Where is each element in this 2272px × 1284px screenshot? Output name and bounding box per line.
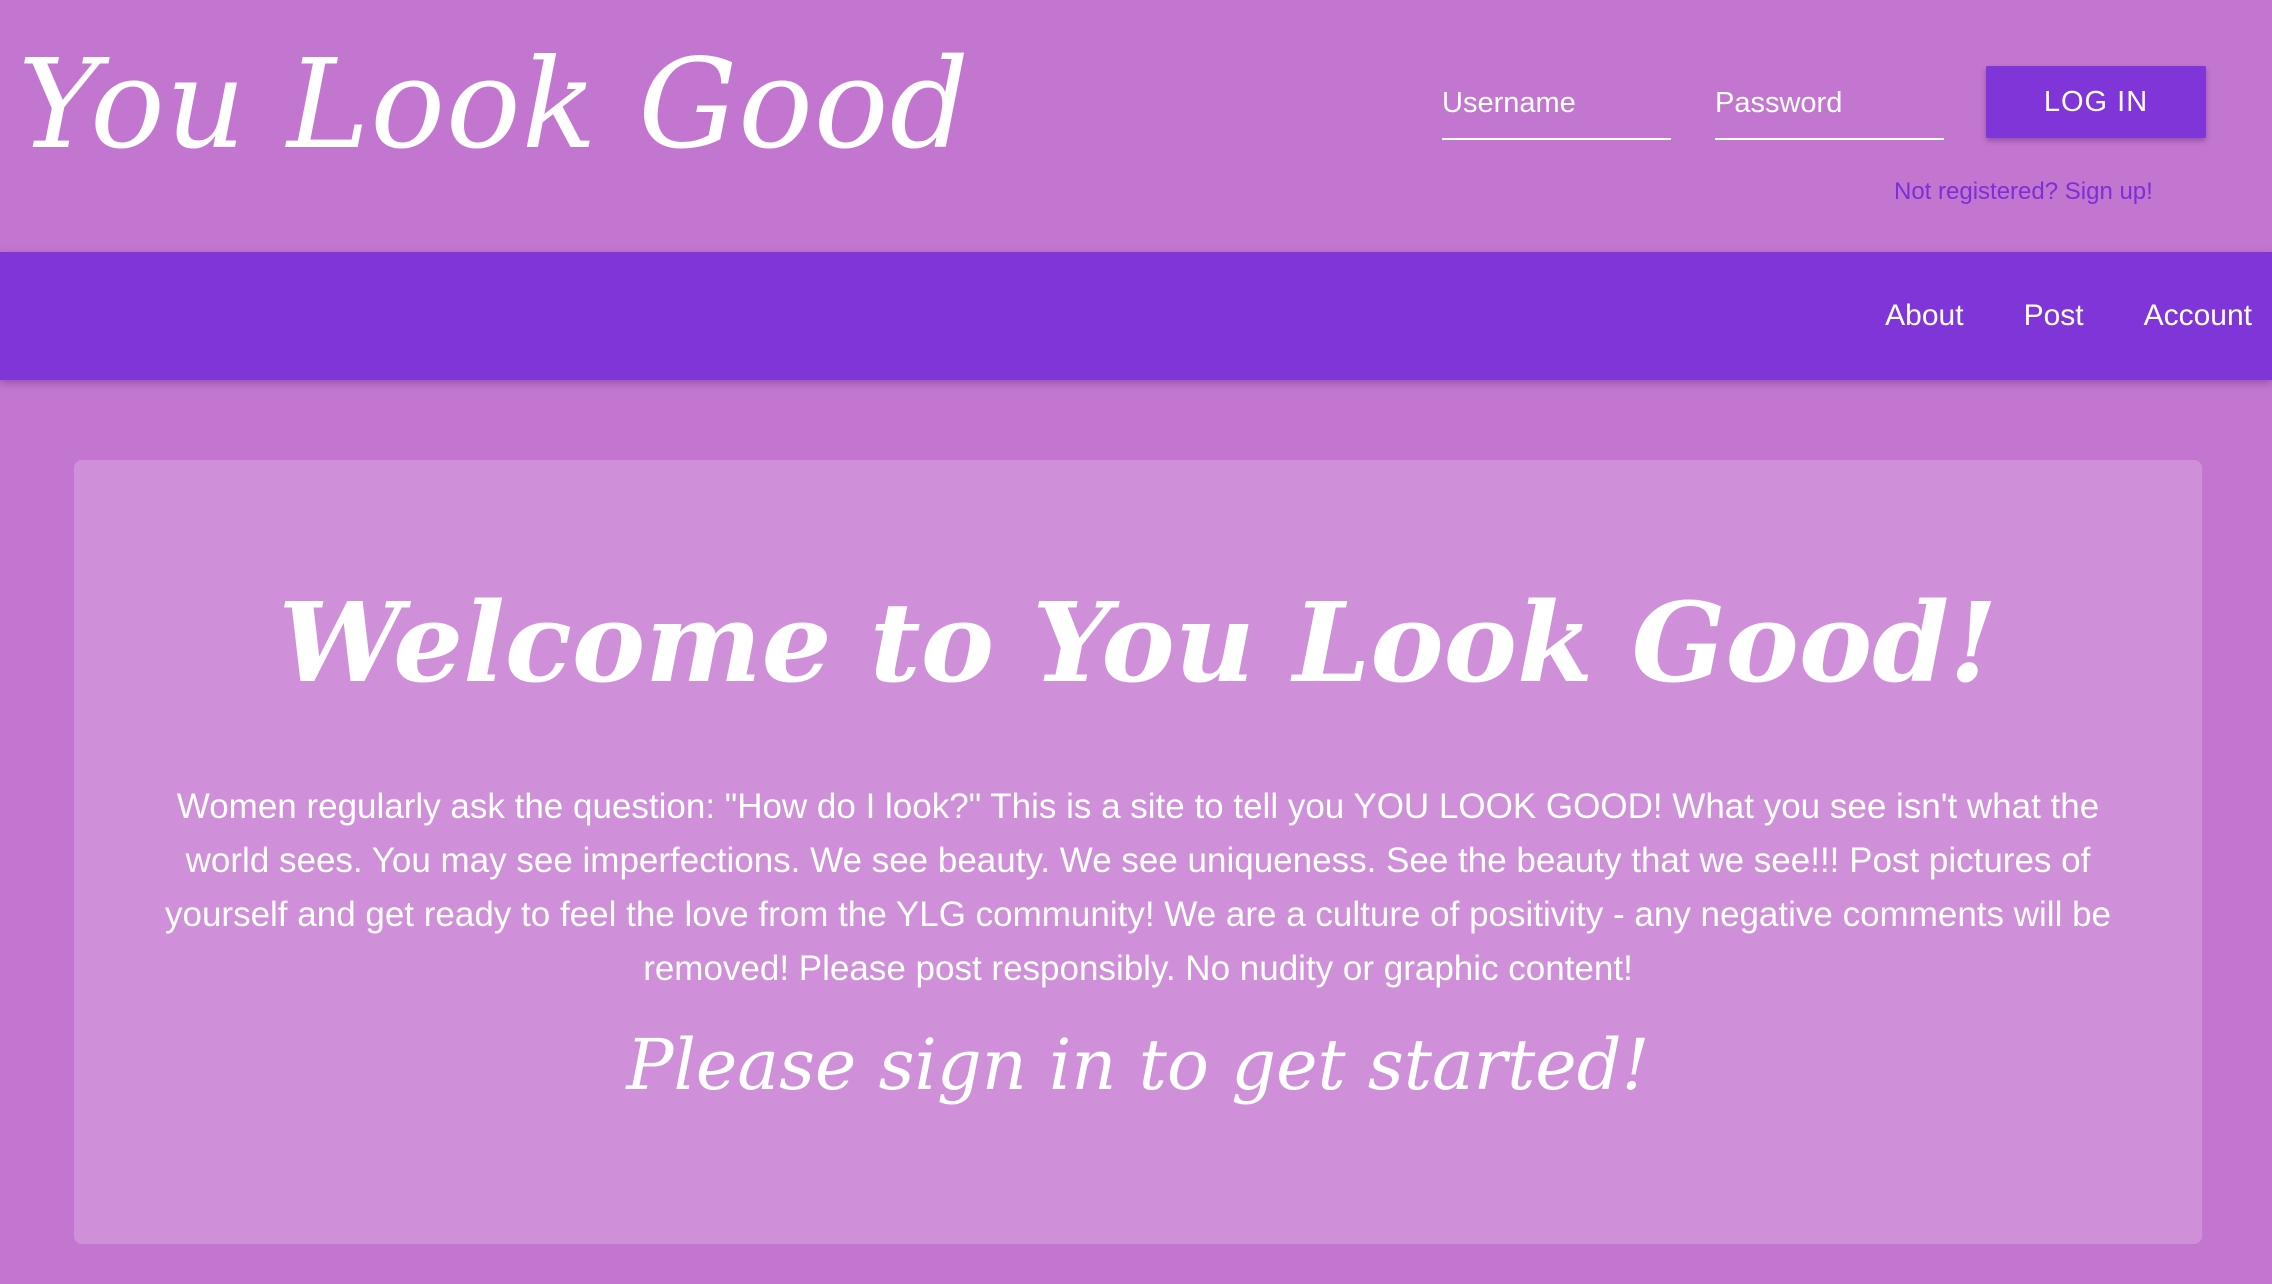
nav-item-about[interactable]: About [1885,299,1963,333]
login-button[interactable]: LOG IN [1986,66,2206,138]
main-navbar: About Post Account [0,252,2272,380]
intro-text: Women regularly ask the question: "How d… [164,787,2112,988]
welcome-card: Welcome to You Look Good! Women regularl… [74,460,2202,1244]
site-logo[interactable]: You Look Good [18,30,970,180]
welcome-title: Welcome to You Look Good! [278,578,1998,707]
nav-item-account[interactable]: Account [2144,299,2252,333]
nav-links: About Post Account [1885,252,2252,380]
signin-prompt: Please sign in to get started! [626,1024,1650,1106]
nav-item-post[interactable]: Post [2024,299,2084,333]
site-header: You Look Good LOG IN Not registered? Sig… [0,0,2272,252]
login-form: LOG IN Not registered? Sign up! [1442,66,2242,216]
password-field[interactable] [1715,76,1944,140]
signup-link[interactable]: Not registered? Sign up! [1894,178,2153,206]
username-field[interactable] [1442,76,1671,140]
